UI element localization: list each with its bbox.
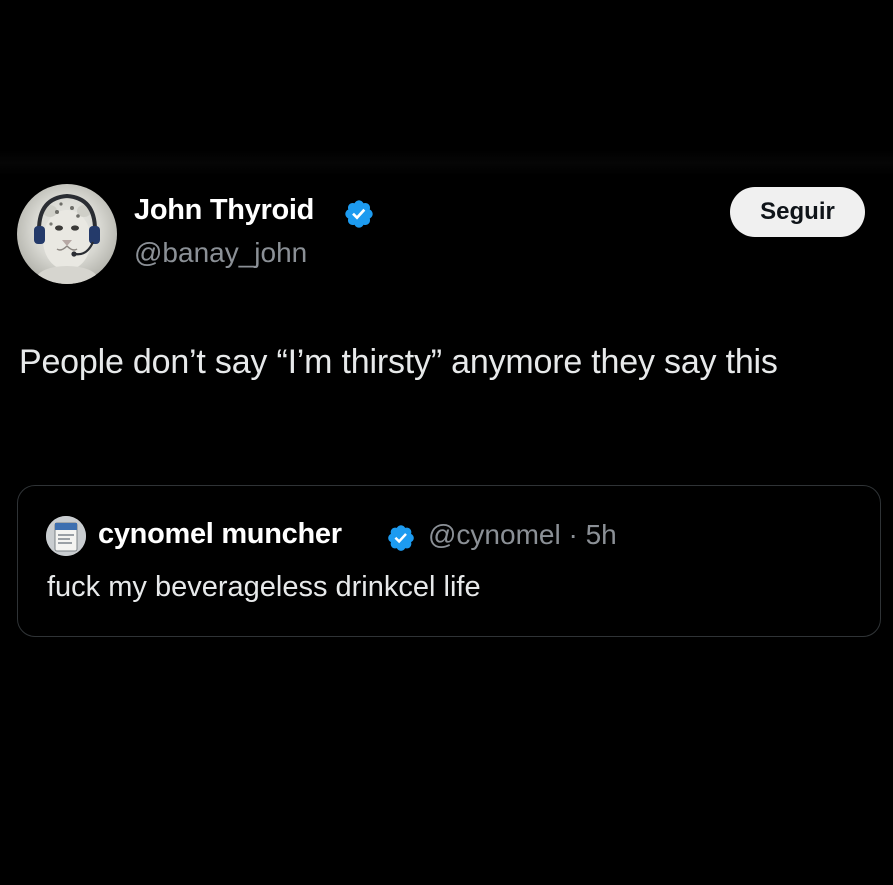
snow-leopard-avatar-icon bbox=[34, 193, 100, 284]
author-avatar[interactable] bbox=[17, 184, 117, 284]
medicine-box-avatar-icon bbox=[46, 516, 86, 556]
quoted-tweet-text: fuck my beverageless drinkcel life bbox=[47, 571, 481, 603]
follow-button[interactable]: Seguir bbox=[730, 187, 865, 237]
quoted-tweet-card[interactable] bbox=[17, 485, 881, 637]
author-display-name[interactable]: John Thyroid bbox=[134, 194, 314, 227]
quoted-verified-badge-icon bbox=[388, 525, 414, 551]
quoted-handle-and-time[interactable]: @cynomel · 5h bbox=[428, 519, 617, 551]
quoted-author-display-name[interactable]: cynomel muncher bbox=[98, 518, 342, 551]
tweet-card: John Thyroid @banay_john Seguir People d… bbox=[0, 0, 893, 885]
tweet-text: People don’t say “I’m thirsty” anymore t… bbox=[19, 343, 778, 381]
author-handle[interactable]: @banay_john bbox=[134, 237, 307, 269]
quoted-author-avatar[interactable] bbox=[46, 516, 86, 556]
verified-badge-icon bbox=[345, 200, 373, 228]
